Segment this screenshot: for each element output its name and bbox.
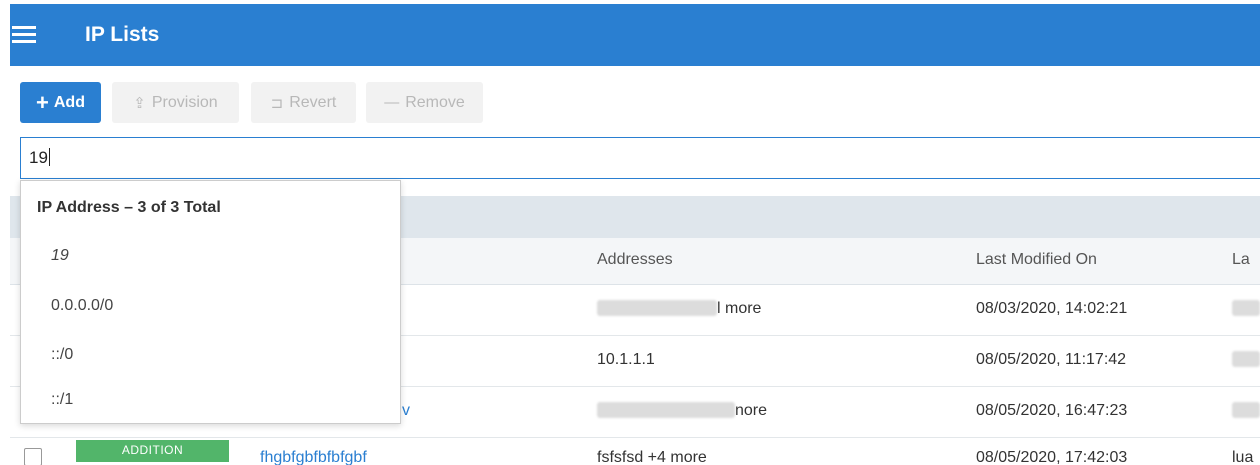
- revert-icon: ⊐: [270, 94, 284, 112]
- modified-on-cell: 08/03/2020, 14:02:21: [976, 300, 1128, 317]
- provision-button[interactable]: ⇪ Provision: [112, 82, 239, 123]
- suggestion-item[interactable]: 19: [51, 247, 69, 265]
- search-input[interactable]: 19: [20, 137, 1260, 179]
- suggestion-item[interactable]: ::/0: [51, 346, 73, 364]
- modified-by-cell: [1232, 300, 1260, 318]
- row-checkbox[interactable]: [24, 448, 42, 465]
- redacted-text: [597, 300, 717, 316]
- top-header: IP Lists: [10, 4, 1260, 66]
- suggestion-item[interactable]: 0.0.0.0/0: [51, 297, 113, 315]
- search-suggestions-dropdown: IP Address – 3 of 3 Total 19 0.0.0.0/0 :…: [20, 180, 401, 424]
- suggestion-item[interactable]: ::/1: [51, 391, 73, 409]
- page-title: IP Lists: [85, 23, 160, 46]
- upload-icon: ⇪: [133, 94, 146, 112]
- minus-icon: —: [384, 94, 400, 111]
- status-badge: ADDITION: [76, 440, 229, 462]
- column-header-addresses[interactable]: Addresses: [597, 251, 673, 269]
- redacted-text: [1232, 402, 1260, 418]
- table-row[interactable]: ADDITION fhgbfgbfbfbfgbf fsfsfsd +4 more…: [10, 438, 1260, 465]
- modified-on-cell: 08/05/2020, 17:42:03: [976, 449, 1128, 465]
- column-header-last-modified-by[interactable]: La: [1232, 251, 1250, 269]
- name-link[interactable]: v: [402, 402, 410, 420]
- modified-on-cell: 08/05/2020, 11:17:42: [976, 351, 1127, 368]
- name-link[interactable]: fhgbfgbfbfbfgbf: [260, 449, 367, 465]
- revert-button[interactable]: ⊐ Revert: [251, 82, 356, 123]
- dropdown-category-header: IP Address – 3 of 3 Total: [37, 199, 221, 216]
- addresses-cell: nore: [597, 402, 767, 420]
- redacted-text: [1232, 351, 1260, 367]
- search-input-value: 19: [29, 148, 50, 167]
- add-button[interactable]: + Add: [20, 82, 101, 123]
- addresses-cell: l more: [597, 300, 761, 318]
- redacted-text: [597, 402, 735, 418]
- plus-icon: +: [36, 89, 49, 115]
- addresses-cell: fsfsfsd +4 more: [597, 449, 707, 465]
- remove-button-label: Remove: [405, 93, 465, 111]
- modified-by-cell: [1232, 351, 1260, 369]
- text-cursor: [48, 148, 50, 166]
- revert-button-label: Revert: [289, 93, 337, 111]
- app: IP Lists + Add ⇪ Provision ⊐ Revert — Re…: [0, 0, 1260, 465]
- modified-by-cell: lua: [1232, 449, 1254, 465]
- remove-button[interactable]: — Remove: [366, 82, 483, 123]
- redacted-text: [1232, 300, 1260, 316]
- modified-on-cell: 08/05/2020, 16:47:23: [976, 402, 1128, 419]
- hamburger-menu-icon[interactable]: [12, 26, 36, 44]
- add-button-label: Add: [53, 93, 85, 111]
- addresses-cell: 10.1.1.1: [597, 351, 655, 368]
- modified-by-cell: [1232, 402, 1260, 420]
- column-header-last-modified-on[interactable]: Last Modified On: [976, 251, 1097, 269]
- provision-button-label: Provision: [151, 93, 218, 111]
